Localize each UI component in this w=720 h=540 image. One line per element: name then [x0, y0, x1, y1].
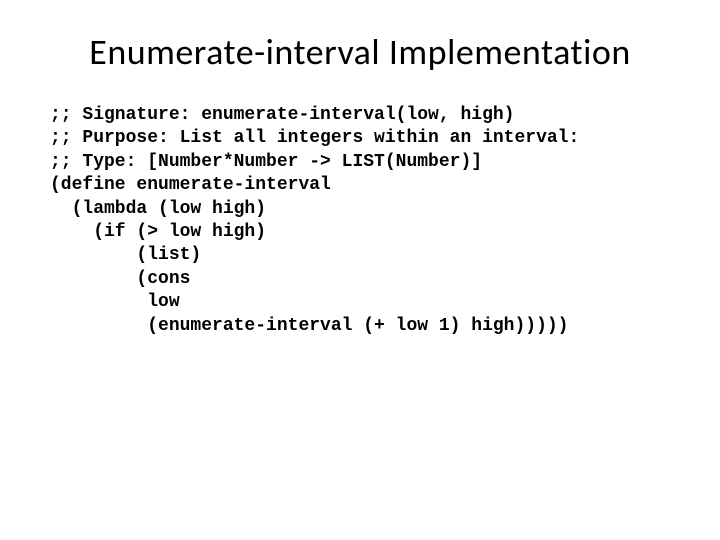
code-line: (list): [50, 245, 201, 265]
code-line: low: [50, 292, 180, 312]
code-line: (define enumerate-interval: [50, 175, 331, 195]
code-line: (if (> low high): [50, 222, 266, 242]
code-line: (lambda (low high): [50, 199, 266, 219]
slide-title: Enumerate-interval Implementation: [50, 30, 670, 74]
code-block: ;; Signature: enumerate-interval(low, hi…: [50, 104, 670, 338]
code-line: (enumerate-interval (+ low 1) high))))): [50, 316, 568, 336]
code-line: ;; Purpose: List all integers within an …: [50, 128, 579, 148]
code-line: ;; Signature: enumerate-interval(low, hi…: [50, 105, 514, 125]
code-line: ;; Type: [Number*Number -> LIST(Number)]: [50, 152, 482, 172]
code-line: (cons: [50, 269, 190, 289]
